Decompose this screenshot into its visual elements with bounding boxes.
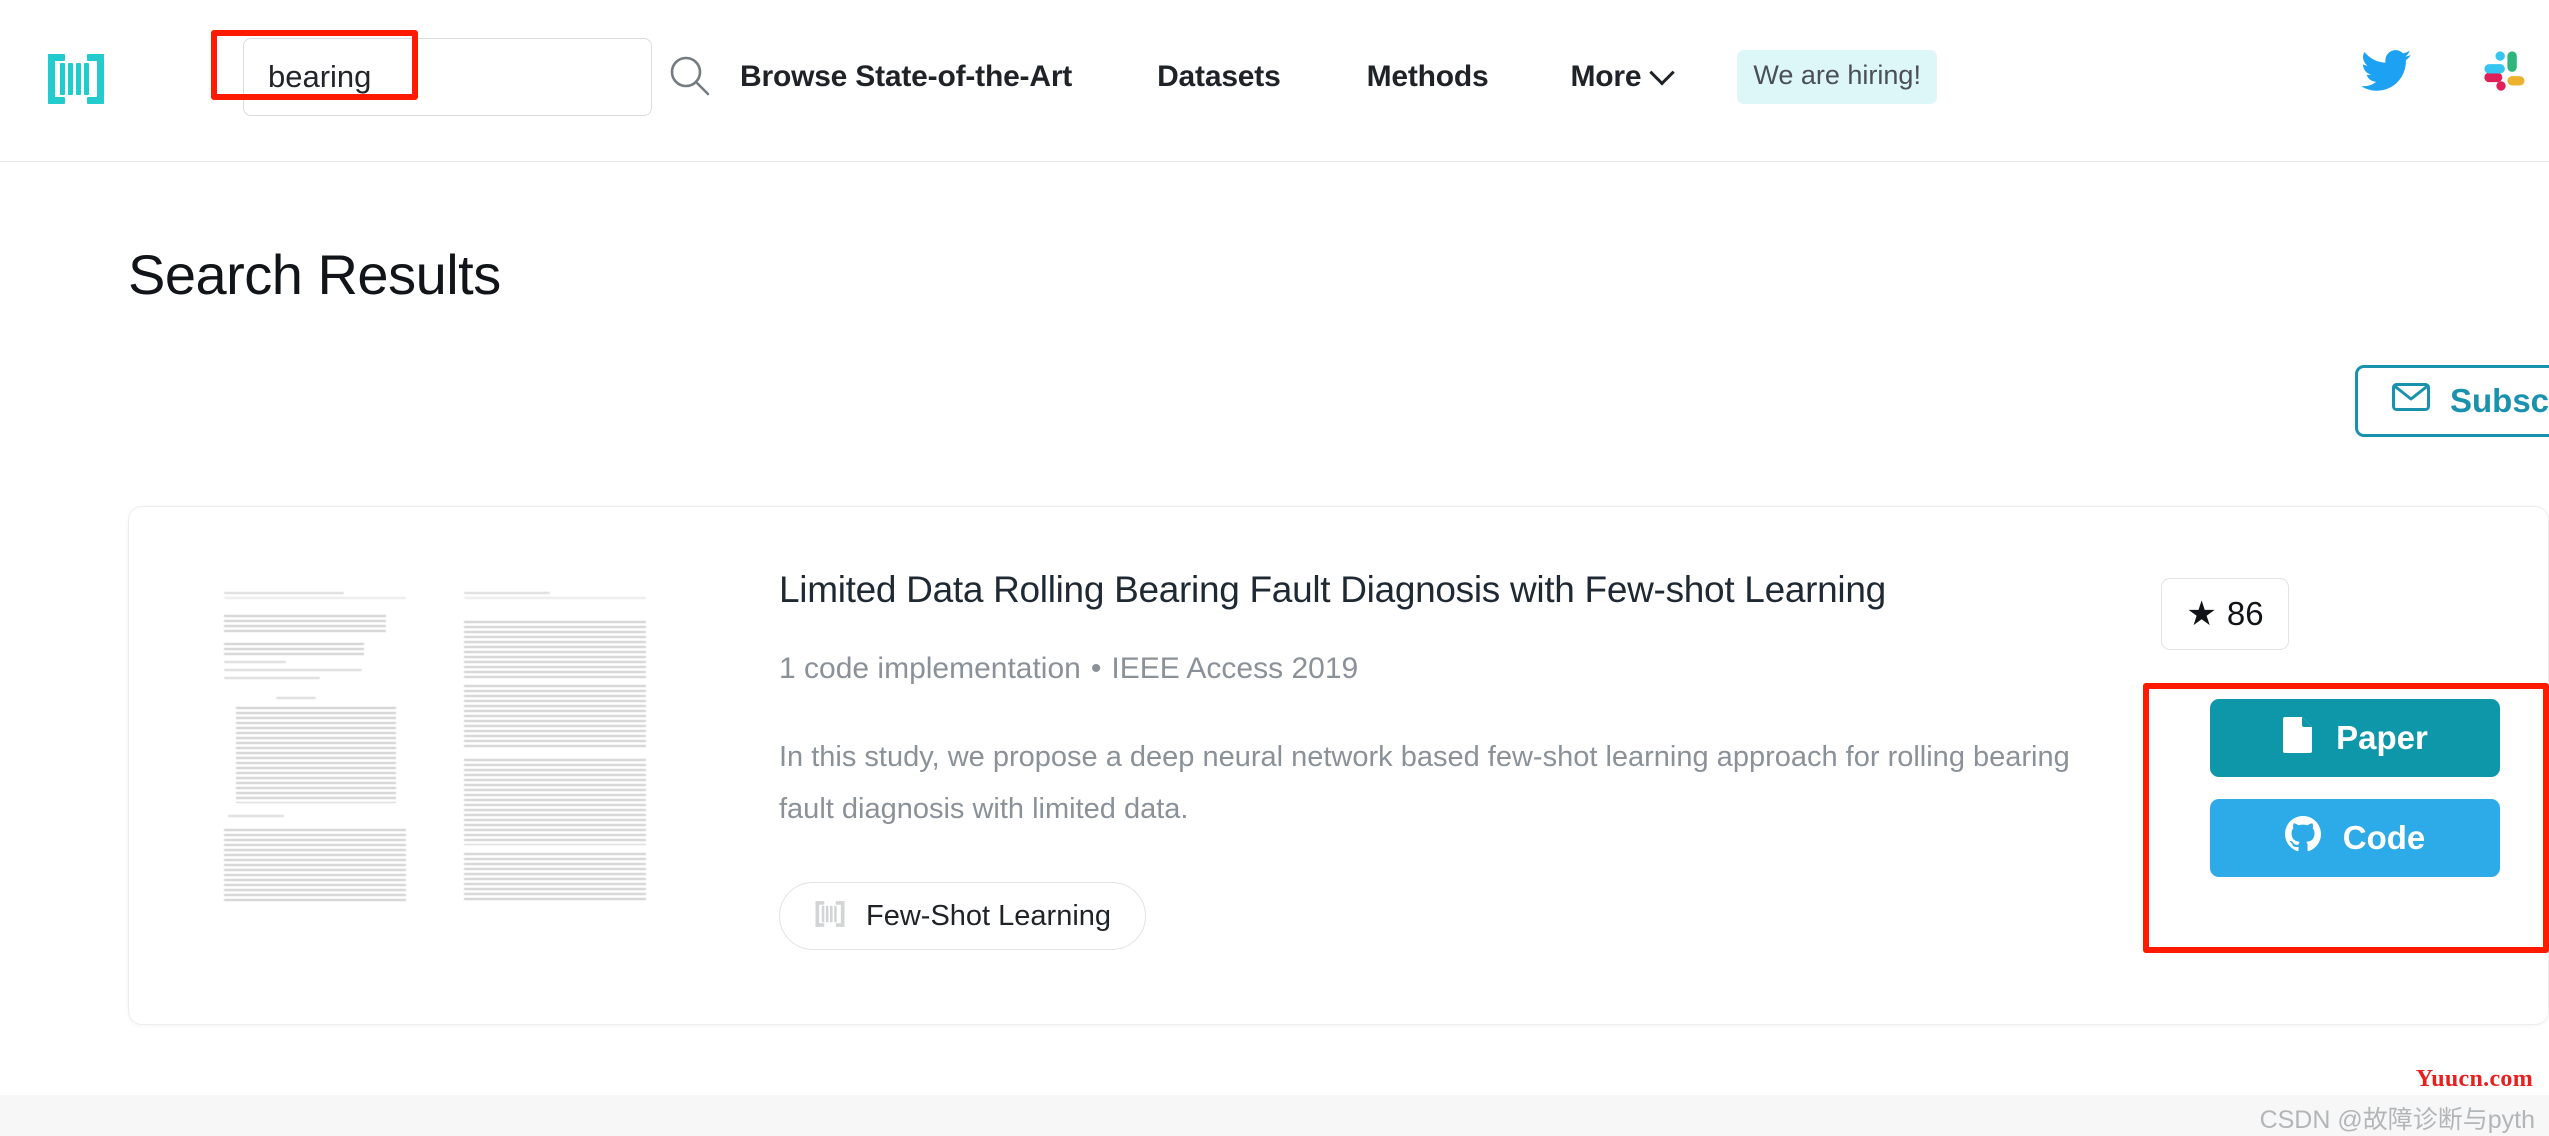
nav-item-more[interactable]: More (1570, 60, 1676, 94)
search-icon (667, 53, 713, 102)
twitter-icon (2361, 50, 2411, 97)
meta-separator: • (1090, 652, 1102, 685)
star-badge[interactable]: ★ 86 (2161, 578, 2289, 650)
chevron-down-icon (1649, 60, 1676, 86)
site-header: Browse State-of-the-Art Datasets Methods… (0, 0, 2549, 162)
search-submit-button[interactable] (667, 39, 713, 115)
result-title[interactable]: Limited Data Rolling Bearing Fault Diagn… (779, 569, 1886, 611)
paperswithcode-barcode-icon (46, 50, 106, 113)
main-navigation: Browse State-of-the-Art Datasets Methods… (740, 38, 1937, 116)
nav-item-datasets[interactable]: Datasets (1157, 60, 1281, 94)
paper-thumbnail[interactable] (214, 573, 674, 903)
paper-page-2 (454, 573, 654, 903)
watermark-yuucn: Yuucn.com (2415, 1066, 2533, 1092)
star-icon: ★ (2186, 595, 2217, 633)
twitter-link[interactable] (2361, 50, 2411, 97)
result-implementations: 1 code implementation (779, 652, 1081, 685)
subscribe-label: Subscribe (2450, 382, 2549, 419)
social-links (2361, 48, 2527, 99)
result-action-buttons: Paper Code (2210, 699, 2500, 877)
watermark-csdn: CSDN @故障诊断与pyth (2259, 1106, 2535, 1134)
result-abstract: In this study, we propose a deep neural … (779, 741, 2070, 825)
star-count: 86 (2226, 595, 2264, 632)
nav-label: Browse State-of-the-Art (740, 60, 1073, 93)
nav-item-methods[interactable]: Methods (1367, 60, 1489, 94)
site-logo[interactable] (44, 50, 108, 112)
code-button[interactable]: Code (2210, 799, 2500, 877)
paper-button-label: Paper (2336, 719, 2428, 756)
nav-label: More (1570, 60, 1642, 93)
bottom-strip (0, 1095, 2549, 1136)
hiring-label: We are hiring! (1753, 60, 1921, 90)
slack-link[interactable] (2481, 48, 2527, 99)
result-tag-few-shot-learning[interactable]: Few-Shot Learning (779, 882, 1147, 950)
we-are-hiring-badge[interactable]: We are hiring! (1737, 50, 1937, 104)
result-venue: IEEE Access 2019 (1111, 652, 1359, 685)
paper-page-1 (214, 573, 414, 903)
nav-label: Datasets (1157, 60, 1281, 93)
code-button-label: Code (2342, 819, 2426, 856)
github-icon (2284, 816, 2321, 860)
document-icon (2282, 715, 2314, 761)
subscribe-button[interactable]: Subscribe (2355, 365, 2549, 437)
nav-item-browse-sota[interactable]: Browse State-of-the-Art (740, 60, 1072, 94)
tag-label: Few-Shot Learning (866, 899, 1112, 932)
paper-button[interactable]: Paper (2210, 699, 2500, 777)
page-root: Browse State-of-the-Art Datasets Methods… (0, 0, 2549, 1136)
result-meta: 1 code implementation • IEEE Access 2019 (779, 652, 1358, 686)
slack-icon (2481, 48, 2527, 99)
nav-label: Methods (1366, 60, 1489, 93)
search-form (243, 38, 710, 116)
page-title: Search Results (128, 243, 501, 306)
search-input[interactable] (244, 39, 667, 115)
envelope-icon (2392, 382, 2430, 420)
paperswithcode-barcode-icon (814, 899, 846, 934)
